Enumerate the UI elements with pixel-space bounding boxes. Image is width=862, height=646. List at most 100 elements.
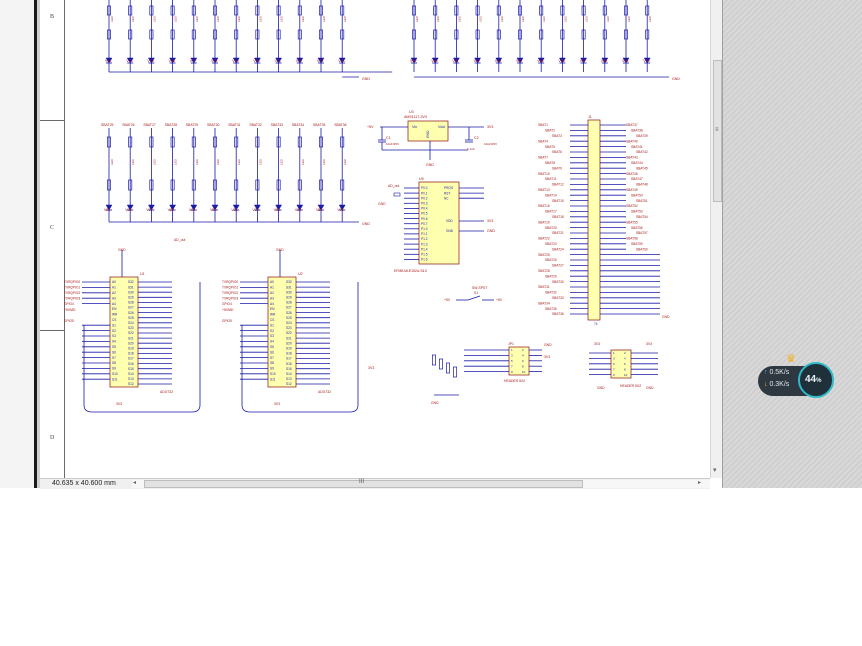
led-ref: V28: [168, 208, 174, 212]
connector-net: SBAT21: [552, 231, 564, 235]
mcu-pin: GND: [446, 229, 454, 233]
connector-net: SBAT13: [538, 188, 550, 192]
left-panel: [0, 0, 35, 488]
mux-pin: S26: [286, 311, 292, 315]
led-ref: V35: [316, 208, 322, 212]
mux-pin: S22: [286, 331, 292, 335]
led-value: LED: [301, 158, 305, 165]
download-speed-value: 0.3K/s: [769, 381, 790, 388]
power-label: 3V3: [544, 355, 550, 359]
mux-pin: S11: [270, 377, 276, 381]
right-panel: [722, 0, 862, 488]
mux-pin: S24: [286, 321, 292, 325]
led-value: LED: [216, 158, 220, 165]
resistor-symbol: [453, 366, 457, 378]
mux-pin: S3: [112, 334, 116, 338]
gnd-label: GND: [378, 202, 386, 206]
led-ref: V58: [601, 59, 607, 63]
led-ref: V57: [580, 59, 586, 63]
mux-pin: S17: [286, 357, 292, 361]
grip-icon: III: [359, 479, 365, 485]
net-label: AD_out: [174, 238, 185, 242]
mux-pin: S23: [128, 326, 134, 330]
regulator-pin: Vin: [412, 125, 417, 129]
connector-net: SBAT15: [552, 199, 564, 203]
gnd-label: GND: [672, 77, 680, 81]
mux-pin: S29: [128, 296, 134, 300]
mcu-pin: P1.3: [421, 242, 428, 246]
led-ref: V60: [643, 59, 649, 63]
zone-label-d: D: [50, 435, 55, 441]
led-value: LED: [131, 15, 135, 22]
sbat-label: SBAT31: [228, 123, 240, 127]
mux-pin: A1: [112, 286, 116, 290]
led-value: LED: [280, 15, 284, 22]
sbat-label: SBAT35: [313, 123, 325, 127]
upload-speed: ↑ 0.5K/s: [764, 369, 789, 376]
mcu-pin: P1.0: [421, 227, 428, 231]
mux-input: TXRQPIO1: [64, 286, 80, 290]
mux-pin: S1: [112, 323, 116, 327]
sbat-label: SBAT33: [271, 123, 283, 127]
led-value: LED: [237, 15, 241, 22]
connector-net: SBAT16: [538, 204, 550, 208]
connector-ref: J1: [588, 115, 592, 119]
connector-net: SBAT7: [538, 156, 548, 160]
mux-pin: S2: [270, 329, 274, 333]
scroll-down-icon[interactable]: ▾: [713, 466, 717, 474]
power-label: 3V3: [116, 402, 122, 406]
coordinate-unit: mm: [104, 480, 116, 487]
mux-pin: S7: [270, 356, 274, 360]
network-speed-widget[interactable]: ↑ 0.5K/s ↓ 0.3K/s 44% ♛: [758, 353, 838, 400]
mux-pin: S28: [128, 301, 134, 305]
mux-pin: S12: [286, 382, 292, 386]
led-ref: V32: [252, 208, 258, 212]
mux-input: GPIO4: [222, 302, 232, 306]
connector-net: SBAT47: [631, 177, 643, 181]
mcu-part: EFM8-MLE152A-S4.0: [394, 269, 427, 273]
mux-pin: S32: [286, 280, 292, 284]
mux-input: GPIO5: [222, 319, 232, 323]
led-value: LED: [627, 15, 631, 22]
mux-pin: S15: [286, 367, 292, 371]
mcu-pin: PROG: [444, 186, 454, 190]
connector-net: SBAT42: [636, 150, 648, 154]
schematic-canvas[interactable]: B C D LED V13 LED V14 LED V15 LED V16 LED V17 LED V…: [40, 0, 710, 478]
connector-net: SBAT43: [626, 156, 638, 160]
scroll-left-icon[interactable]: ◂: [133, 479, 136, 486]
regulator-part: AMS1117-3V3: [404, 115, 427, 119]
mux-pin: S20: [128, 341, 134, 345]
mux-pin: S32: [128, 280, 134, 284]
mux-pin: S19: [286, 347, 292, 351]
mux-pin: A3: [270, 296, 274, 300]
connector-body: [587, 119, 601, 321]
connector-net: SBAT19: [538, 220, 550, 224]
mux-pin: A3: [112, 296, 116, 300]
mux-pin: S21: [128, 336, 134, 340]
zone-divider: [40, 330, 64, 331]
led-value: LED: [152, 15, 156, 22]
mux-input: GPIO4: [64, 302, 74, 306]
led-value: LED: [258, 15, 262, 22]
led-ref: V51: [452, 59, 458, 63]
mux-input: TXRQPIO0: [64, 280, 80, 284]
switch-ref: S1: [474, 291, 478, 295]
led-value: LED: [174, 15, 178, 22]
mcu-pin: RST: [444, 191, 450, 195]
sbat-label: SBAT28: [165, 123, 177, 127]
led-ref: V30: [210, 208, 216, 212]
connector-net: SBAT3: [552, 134, 562, 138]
led-ref: V50: [431, 59, 437, 63]
gnd-label: GND: [362, 77, 370, 81]
connector-net: SBAT41: [631, 145, 643, 149]
mux-pin: S20: [286, 341, 292, 345]
scroll-right-icon[interactable]: ▸: [698, 479, 701, 486]
led-ref: V27: [146, 208, 152, 212]
mux-pin: A0: [270, 280, 274, 284]
header-ref: JP1: [508, 342, 514, 346]
horizontal-scrollbar[interactable]: ◂ III ▸: [132, 479, 710, 488]
connector-net: SBAT35: [545, 307, 557, 311]
mux-input: TXRQPIO3: [64, 296, 80, 300]
connector-net: SBAT14: [545, 193, 557, 197]
mcu-pin: P0.1: [421, 191, 428, 195]
